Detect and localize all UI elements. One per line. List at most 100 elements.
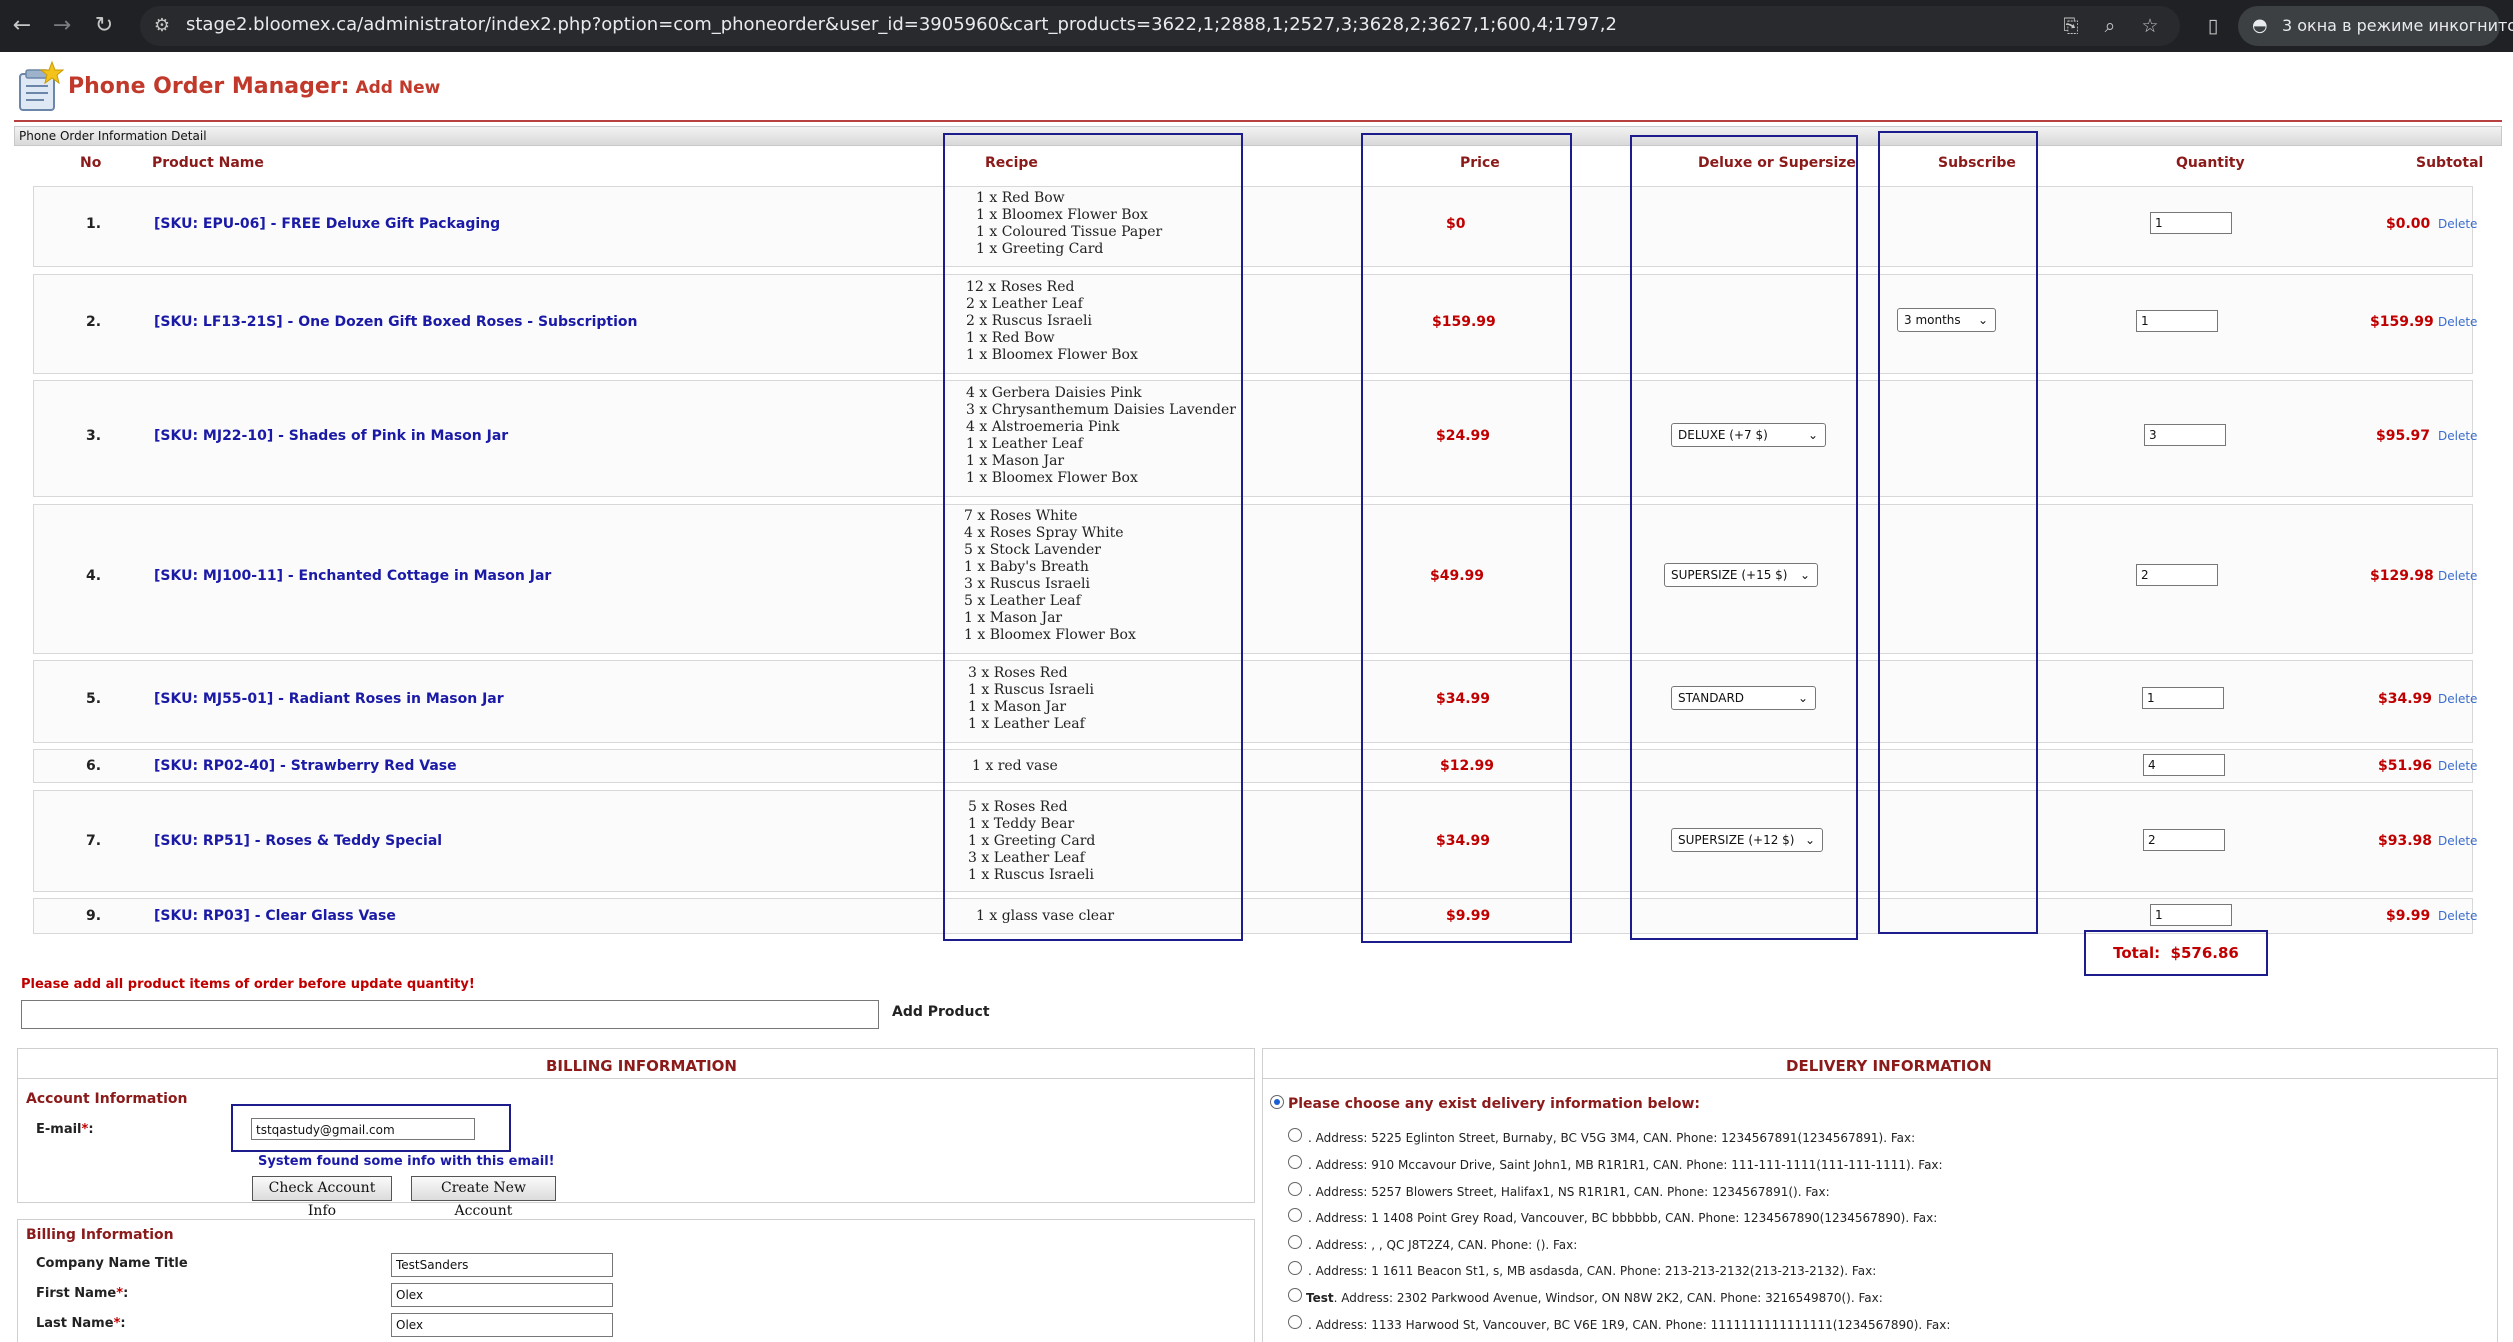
create-new-account-button[interactable]: Create New Account [411, 1176, 556, 1219]
required-marker: * [113, 1316, 121, 1331]
delete-link[interactable]: Delete [2438, 315, 2477, 329]
product-name-link[interactable]: [SKU: RP51] - Roses & Teddy Special [154, 833, 442, 849]
product-name-link[interactable]: [SKU: LF13-21S] - One Dozen Gift Boxed R… [154, 314, 637, 330]
price-column-highlight [1361, 133, 1572, 943]
address-option: . Address: , , QC J8T2Z4, CAN. Phone: ()… [1308, 1238, 1577, 1252]
side-panel-icon[interactable]: ▯ [2200, 14, 2226, 38]
email-found-message: System found some info with this email! [258, 1154, 555, 1169]
row-number: 4. [86, 568, 102, 584]
billing-info-panel [17, 1219, 1255, 1342]
address-radio[interactable] [1288, 1155, 1302, 1169]
product-name-link[interactable]: [SKU: MJ100-11] - Enchanted Cottage in M… [154, 568, 551, 584]
billing-title: BILLING INFORMATION [546, 1057, 737, 1075]
subtotal-value: $9.99 [2386, 908, 2431, 924]
url-text[interactable]: stage2.bloomex.ca/administrator/index2.p… [186, 14, 1617, 35]
address-option: Test. Address: 2302 Parkwood Avenue, Win… [1306, 1291, 1883, 1305]
quantity-input[interactable]: 3 [2144, 424, 2226, 446]
subtotal-value: $129.98 [2370, 568, 2434, 584]
last-name-field[interactable]: Olex [391, 1313, 613, 1337]
delete-link[interactable]: Delete [2438, 834, 2477, 848]
quantity-input[interactable]: 4 [2143, 754, 2225, 776]
row-number: 5. [86, 691, 102, 707]
row-number: 3. [86, 428, 102, 444]
address-option: . Address: 5257 Blowers Street, Halifax1… [1308, 1185, 1830, 1199]
product-name-link[interactable]: [SKU: RP03] - Clear Glass Vase [154, 908, 396, 924]
email-label: E-mail*: [36, 1122, 94, 1137]
choose-delivery-label: Please choose any exist delivery informa… [1288, 1096, 1701, 1112]
required-marker: * [116, 1286, 124, 1301]
delete-link[interactable]: Delete [2438, 569, 2477, 583]
product-name-link[interactable]: [SKU: EPU-06] - FREE Deluxe Gift Packagi… [154, 216, 500, 232]
address-radio[interactable] [1288, 1288, 1302, 1302]
delete-link[interactable]: Delete [2438, 692, 2477, 706]
address-text: . Address: 5257 Blowers Street, Halifax1… [1308, 1185, 1830, 1199]
first-name-field[interactable]: Olex [391, 1283, 613, 1307]
delete-link[interactable]: Delete [2438, 909, 2477, 923]
table-row [33, 898, 2473, 934]
add-product-input[interactable] [21, 1000, 879, 1029]
quantity-input[interactable]: 2 [2143, 829, 2225, 851]
subtotal-value: $0.00 [2386, 216, 2431, 232]
address-name: Test [1306, 1291, 1334, 1305]
quantity-input[interactable]: 1 [2136, 310, 2218, 332]
delete-link[interactable]: Delete [2438, 217, 2477, 231]
delete-link[interactable]: Delete [2438, 759, 2477, 773]
company-name-field[interactable]: TestSanders [391, 1253, 613, 1277]
email-field[interactable]: tstqastudy@gmail.com [251, 1118, 475, 1140]
address-radio[interactable] [1288, 1261, 1302, 1275]
quantity-input[interactable]: 1 [2150, 904, 2232, 926]
address-radio[interactable] [1288, 1182, 1302, 1196]
address-radio[interactable] [1288, 1235, 1302, 1249]
section-header: Phone Order Information Detail [14, 126, 2502, 146]
subscribe-column-highlight [1878, 131, 2038, 934]
delivery-title: DELIVERY INFORMATION [1786, 1057, 1992, 1075]
col-header-product: Product Name [152, 155, 264, 171]
add-product-button[interactable]: Add Product [892, 1004, 990, 1020]
address-text: . Address: 910 Mccavour Drive, Saint Joh… [1308, 1158, 1943, 1172]
col-header-quantity: Quantity [2176, 155, 2245, 171]
address-text: . Address: , , QC J8T2Z4, CAN. Phone: ()… [1308, 1238, 1578, 1252]
quantity-input[interactable]: 1 [2150, 212, 2232, 234]
address-radio[interactable] [1288, 1315, 1302, 1329]
quantity-input[interactable]: 1 [2142, 687, 2224, 709]
check-account-info-button[interactable]: Check Account Info [252, 1176, 392, 1219]
product-name-link[interactable]: [SKU: MJ55-01] - Radiant Roses in Mason … [154, 691, 504, 707]
address-option: . Address: 1133 Harwood St, Vancouver, B… [1308, 1318, 1950, 1332]
choose-existing-radio[interactable] [1270, 1095, 1284, 1109]
address-text: . Address: 1 1408 Point Grey Road, Vanco… [1308, 1211, 1938, 1225]
browser-toolbar: ← → ↻ ⚙ stage2.bloomex.ca/administrator/… [0, 0, 2513, 52]
delete-link[interactable]: Delete [2438, 429, 2477, 443]
quantity-input[interactable]: 2 [2136, 564, 2218, 586]
incognito-badge[interactable]: ◓ 3 окна в режиме инкогнито [2238, 6, 2513, 46]
billing-title-divider [18, 1078, 1254, 1079]
bookmark-star-icon[interactable]: ☆ [2137, 14, 2163, 38]
reload-icon[interactable]: ↻ [90, 12, 118, 40]
address-option: . Address: 5225 Eglinton Street, Burnaby… [1308, 1131, 1915, 1145]
back-icon[interactable]: ← [8, 12, 36, 40]
billing-info-title: Billing Information [26, 1227, 174, 1243]
address-radio[interactable] [1288, 1128, 1302, 1142]
address-text: . Address: 1133 Harwood St, Vancouver, B… [1308, 1318, 1951, 1332]
incognito-icon: ◓ [2252, 15, 2268, 36]
first-name-label-text: First Name [36, 1286, 117, 1301]
page: ← → ↻ ⚙ stage2.bloomex.ca/administrator/… [0, 0, 2513, 1342]
product-name-link[interactable]: [SKU: RP02-40] - Strawberry Red Vase [154, 758, 457, 774]
translate-icon[interactable]: ⎘ [2058, 14, 2084, 38]
site-info-icon[interactable]: ⚙ [150, 14, 174, 38]
deluxe-column-highlight [1630, 135, 1858, 940]
forward-icon[interactable]: → [48, 12, 76, 40]
title-divider [14, 120, 2502, 122]
page-title: Phone Order Manager: Add New [68, 74, 440, 99]
col-header-subtotal: Subtotal [2416, 155, 2484, 171]
address-radio[interactable] [1288, 1208, 1302, 1222]
row-number: 6. [86, 758, 102, 774]
company-label: Company Name Title [36, 1256, 188, 1271]
subtotal-value: $95.97 [2376, 428, 2431, 444]
last-name-label-text: Last Name [36, 1316, 114, 1331]
subtotal-value: $159.99 [2370, 314, 2434, 330]
row-number: 9. [86, 908, 102, 924]
zoom-icon[interactable]: ⌕ [2097, 14, 2123, 38]
email-label-text: E-mail [36, 1122, 82, 1137]
product-name-link[interactable]: [SKU: MJ22-10] - Shades of Pink in Mason… [154, 428, 508, 444]
address-option: . Address: 1 1611 Beacon St1, s, MB asda… [1308, 1264, 1876, 1278]
